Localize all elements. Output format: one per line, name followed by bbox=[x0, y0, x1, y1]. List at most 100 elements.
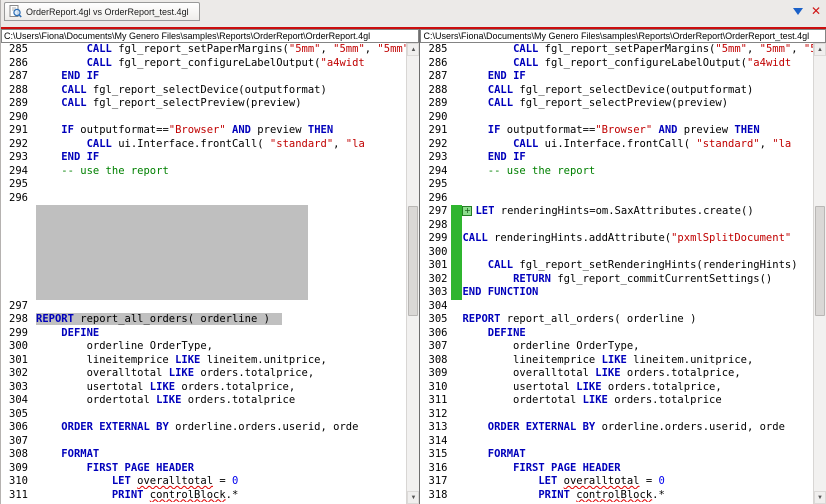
code-line[interactable]: 306 DEFINE bbox=[420, 327, 813, 341]
code-line[interactable]: 310 usertotal LIKE orders.totalprice, bbox=[420, 381, 813, 395]
code-line[interactable]: 287 END IF bbox=[420, 70, 813, 84]
close-tab-button[interactable]: ✕ bbox=[811, 5, 821, 17]
line-number: 307 bbox=[428, 340, 448, 352]
code-line[interactable]: 302 RETURN fgl_report_commitCurrentSetti… bbox=[420, 272, 813, 286]
compare-tab[interactable]: OrderReport.4gl vs OrderReport_test.4gl bbox=[4, 2, 200, 21]
expand-change-plus-icon[interactable]: + bbox=[462, 206, 473, 216]
collapsed-diff-row[interactable] bbox=[1, 272, 406, 286]
code-line[interactable]: 309 overalltotal LIKE orders.totalprice, bbox=[420, 367, 813, 381]
code-line[interactable]: 312 bbox=[420, 408, 813, 422]
collapsed-diff-row[interactable] bbox=[1, 286, 406, 300]
code-line[interactable]: 287 END IF bbox=[1, 70, 406, 84]
code-line[interactable]: 289 CALL fgl_report_selectPreview(previe… bbox=[420, 97, 813, 111]
code-text bbox=[36, 232, 406, 246]
code-line[interactable]: 293 END IF bbox=[420, 151, 813, 165]
compare-files-icon bbox=[9, 5, 22, 18]
collapsed-diff-row[interactable] bbox=[1, 218, 406, 232]
code-line[interactable]: 301 lineitemprice LIKE lineitem.unitpric… bbox=[1, 354, 406, 368]
scrollbar-thumb[interactable] bbox=[815, 206, 825, 316]
scroll-up-button[interactable]: ▲ bbox=[407, 43, 420, 56]
code-line[interactable]: 297 + LET renderingHints=om.SaxAttributes.… bbox=[420, 205, 813, 219]
line-number: 305 bbox=[9, 407, 28, 420]
code-line[interactable]: 285 CALL fgl_report_setPaperMargins("5mm… bbox=[420, 43, 813, 57]
code-line[interactable]: 315 FORMAT bbox=[420, 448, 813, 462]
line-number: 302 bbox=[9, 367, 28, 379]
scroll-down-button[interactable]: ▼ bbox=[814, 491, 826, 504]
scrollbar-track[interactable] bbox=[814, 56, 826, 491]
line-number: 307 bbox=[9, 434, 28, 447]
collapsed-diff-row[interactable] bbox=[1, 232, 406, 246]
code-line[interactable]: 305 bbox=[1, 408, 406, 422]
code-line[interactable]: 308 lineitemprice LIKE lineitem.unitpric… bbox=[420, 354, 813, 368]
scroll-down-button[interactable]: ▼ bbox=[407, 491, 420, 504]
code-line[interactable]: 311 ordertotal LIKE orders.totalprice bbox=[420, 394, 813, 408]
collapsed-diff-row[interactable] bbox=[1, 205, 406, 219]
code-line[interactable]: 314 bbox=[420, 435, 813, 449]
scrollbar-thumb[interactable] bbox=[408, 206, 419, 316]
code-line[interactable]: 290 bbox=[1, 111, 406, 125]
code-line[interactable]: 304 ordertotal LIKE orders.totalprice bbox=[1, 394, 406, 408]
code-line[interactable]: 295 bbox=[1, 178, 406, 192]
code-line[interactable]: 310 LET overalltotal = 0 bbox=[1, 475, 406, 489]
left-vertical-scrollbar[interactable]: ▲ ▼ bbox=[406, 43, 420, 504]
code-line[interactable]: 288 CALL fgl_report_selectDevice(outputf… bbox=[1, 84, 406, 98]
code-line[interactable]: 318 PRINT controlBlock.* bbox=[420, 489, 813, 503]
right-code-area[interactable]: 285 CALL fgl_report_setPaperMargins("5mm… bbox=[420, 43, 813, 504]
code-line[interactable]: 317 LET overalltotal = 0 bbox=[420, 475, 813, 489]
line-number: 304 bbox=[428, 299, 448, 312]
code-line[interactable]: 290 bbox=[420, 111, 813, 125]
scrollbar-track[interactable] bbox=[407, 56, 419, 491]
code-line[interactable]: 300 orderline OrderType, bbox=[1, 340, 406, 354]
code-line[interactable]: 293 END IF bbox=[1, 151, 406, 165]
code-line[interactable]: 286 CALL fgl_report_configureLabelOutput… bbox=[420, 57, 813, 71]
code-line[interactable]: 309 FIRST PAGE HEADER bbox=[1, 462, 406, 476]
code-text: CALL fgl_report_configureLabelOutput("a4… bbox=[86, 56, 365, 69]
code-line[interactable]: 304 bbox=[420, 300, 813, 314]
code-line[interactable]: 299 DEFINE bbox=[1, 327, 406, 341]
tab-list-dropdown-icon[interactable] bbox=[792, 7, 803, 15]
code-line[interactable]: 291 IF outputformat=="Browser" AND previ… bbox=[1, 124, 406, 138]
left-code-area[interactable]: 285 CALL fgl_report_setPaperMargins("5mm… bbox=[1, 43, 407, 504]
code-line[interactable]: 294 -- use the report bbox=[1, 165, 406, 179]
code-line[interactable]: 300 bbox=[420, 245, 813, 259]
code-line[interactable]: 307 orderline OrderType, bbox=[420, 340, 813, 354]
code-line[interactable]: 303 usertotal LIKE orders.totalprice, bbox=[1, 381, 406, 395]
code-line[interactable]: 308 FORMAT bbox=[1, 448, 406, 462]
code-line[interactable]: 298 bbox=[420, 218, 813, 232]
code-line[interactable]: 298 REPORT report_all_orders( orderline ) bbox=[1, 313, 406, 327]
code-line[interactable]: 302 overalltotal LIKE orders.totalprice, bbox=[1, 367, 406, 381]
code-line[interactable]: 285 CALL fgl_report_setPaperMargins("5mm… bbox=[1, 43, 406, 57]
code-line[interactable]: 295 bbox=[420, 178, 813, 192]
code-text: overalltotal LIKE orders.totalprice, bbox=[462, 367, 741, 379]
line-number: 306 bbox=[9, 421, 28, 433]
change-marker-gutter bbox=[451, 462, 462, 476]
line-number: 290 bbox=[9, 110, 28, 123]
code-line[interactable]: 288 CALL fgl_report_selectDevice(outputf… bbox=[420, 84, 813, 98]
added-line-bar bbox=[451, 205, 463, 219]
scroll-up-button[interactable]: ▲ bbox=[814, 43, 826, 56]
code-line[interactable]: 292 CALL ui.Interface.frontCall( "standa… bbox=[1, 138, 406, 152]
code-line[interactable]: 305 REPORT report_all_orders( orderline ) bbox=[420, 313, 813, 327]
code-line[interactable]: 307 bbox=[1, 435, 406, 449]
code-line[interactable]: 296 bbox=[420, 192, 813, 206]
code-line[interactable]: 296 bbox=[1, 192, 406, 206]
code-line[interactable]: 311 PRINT controlBlock.* bbox=[1, 489, 406, 503]
collapsed-diff-row[interactable] bbox=[1, 259, 406, 273]
code-line[interactable]: 289 CALL fgl_report_selectPreview(previe… bbox=[1, 97, 406, 111]
missing-lines-placeholder bbox=[36, 245, 308, 259]
code-line[interactable]: 316 FIRST PAGE HEADER bbox=[420, 462, 813, 476]
code-line[interactable]: 291 IF outputformat=="Browser" AND previ… bbox=[420, 124, 813, 138]
code-line[interactable]: 303 END FUNCTION bbox=[420, 286, 813, 300]
right-vertical-scrollbar[interactable]: ▲ ▼ bbox=[813, 43, 826, 504]
code-line[interactable]: 299 CALL renderingHints.addAttribute("pxm… bbox=[420, 232, 813, 246]
code-line[interactable]: 297 bbox=[1, 300, 406, 314]
code-line[interactable]: 292 CALL ui.Interface.frontCall( "standa… bbox=[420, 138, 813, 152]
code-line[interactable]: 294 -- use the report bbox=[420, 165, 813, 179]
code-line[interactable]: 306 ORDER EXTERNAL BY orderline.orders.u… bbox=[1, 421, 406, 435]
code-line[interactable]: 301 CALL fgl_report_setRenderingHints(re… bbox=[420, 259, 813, 273]
code-text: RETURN fgl_report_commitCurrentSettings(… bbox=[513, 272, 773, 285]
scroll-up-icon: ▲ bbox=[817, 46, 823, 53]
collapsed-diff-row[interactable] bbox=[1, 245, 406, 259]
code-line[interactable]: 313 ORDER EXTERNAL BY orderline.orders.u… bbox=[420, 421, 813, 435]
code-line[interactable]: 286 CALL fgl_report_configureLabelOutput… bbox=[1, 57, 406, 71]
